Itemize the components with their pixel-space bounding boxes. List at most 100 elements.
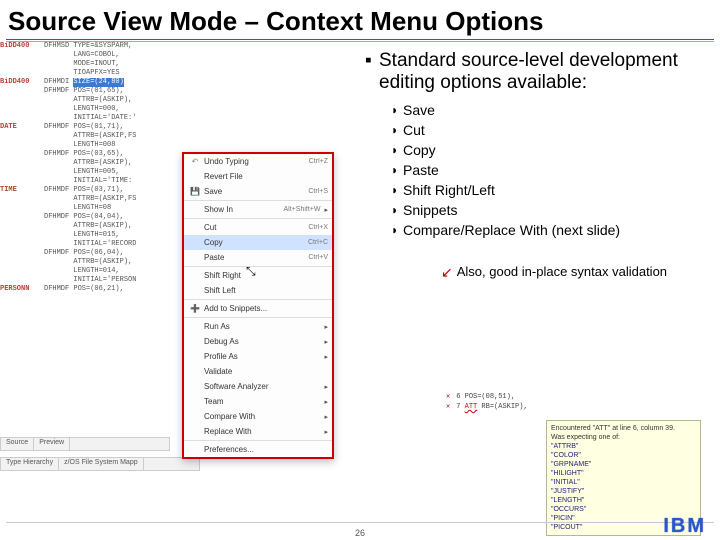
menu-item-icon — [188, 270, 202, 282]
validation-src-line: ✕6 POS=(08,51), — [446, 392, 706, 402]
sub-bullet: ◗Cut — [391, 120, 710, 140]
context-menu-item[interactable]: Replace With — [184, 424, 332, 439]
source-row: PERSONNDFHMDF POS=(06,21), — [0, 285, 185, 294]
menu-item-label: Validate — [202, 367, 328, 376]
menu-item-icon — [188, 204, 202, 216]
slide-title: Source View Mode – Context Menu Options — [0, 0, 720, 39]
sub-bullet: ◗Compare/Replace With (next slide) — [391, 220, 710, 240]
source-row: ATTRB=(ASKIP), — [0, 96, 185, 105]
sub-bullet-text: Paste — [403, 160, 439, 180]
context-menu-item[interactable]: Profile As — [184, 349, 332, 364]
menu-item-label: Software Analyzer — [202, 382, 320, 391]
menu-item-label: Shift Left — [202, 286, 328, 295]
view-tab[interactable]: Type Hierarchy — [1, 458, 59, 470]
note-text: Also, good in-place syntax validation — [457, 264, 667, 279]
context-menu-item[interactable]: Debug As — [184, 334, 332, 349]
source-row: MODE=INOUT, — [0, 60, 185, 69]
source-row: LENGTH=000, — [0, 105, 185, 114]
menu-item-label: Replace With — [202, 427, 320, 436]
footer: 26 IBM — [0, 518, 720, 540]
source-row: ATTRB=(ASKIP,FS — [0, 195, 185, 204]
menu-item-icon — [188, 411, 202, 423]
menu-item-icon — [188, 444, 202, 456]
source-row: LENGTH=08 — [0, 204, 185, 213]
context-menu-item[interactable]: Compare With — [184, 409, 332, 424]
menu-item-label: Debug As — [202, 337, 320, 346]
menu-item-icon — [188, 252, 202, 264]
menu-item-icon — [188, 336, 202, 348]
menu-item-icon: ↶ — [188, 156, 202, 168]
view-bottom-tabs: Type Hierarchyz/OS File System Mapp — [0, 457, 200, 471]
menu-item-icon: 💾 — [188, 186, 202, 198]
source-row: INITIAL='RECORD — [0, 240, 185, 249]
context-menu-item[interactable]: Software Analyzer — [184, 379, 332, 394]
menu-item-label: Paste — [202, 253, 308, 262]
menu-item-label: Run As — [202, 322, 320, 331]
context-menu-item[interactable]: Team — [184, 394, 332, 409]
source-row: INITIAL='DATE:' — [0, 114, 185, 123]
source-row: BiDD400DFHMDI SIZE=(24,80) — [0, 78, 185, 87]
sub-bullet: ◗Copy — [391, 140, 710, 160]
source-row: DFHMDF POS=(01,65), — [0, 87, 185, 96]
source-row: LENGTH=005, — [0, 168, 185, 177]
context-menu-item[interactable]: CopyCtrl+C — [184, 235, 332, 250]
menu-item-accel: Ctrl+S — [308, 188, 328, 195]
sub-bullet-icon: ◗ — [391, 200, 403, 220]
context-menu-item[interactable]: Revert File — [184, 169, 332, 184]
square-bullet-icon: ▪ — [365, 50, 379, 94]
menu-item-accel: Ctrl+V — [308, 254, 328, 261]
context-menu-item[interactable]: Validate — [184, 364, 332, 379]
source-row: DATEDFHMDF POS=(01,71), — [0, 123, 185, 132]
sub-bullet-icon: ◗ — [391, 140, 403, 160]
menu-item-icon: ➕ — [188, 303, 202, 315]
source-row: INITIAL='PERSON — [0, 276, 185, 285]
menu-item-accel: Ctrl+C — [308, 239, 328, 246]
sub-bullet-icon: ◗ — [391, 220, 403, 240]
source-row: TIMEDFHMDF POS=(03,71), — [0, 186, 185, 195]
context-menu-item[interactable]: Shift Right — [184, 268, 332, 283]
source-row: LANG=COBOL, — [0, 51, 185, 60]
menu-item-label: Compare With — [202, 412, 320, 421]
menu-item-accel: Ctrl+Z — [309, 158, 328, 165]
menu-item-icon — [188, 222, 202, 234]
view-tab[interactable]: z/OS File System Mapp — [59, 458, 144, 470]
sub-bullet: ◗Paste — [391, 160, 710, 180]
footer-rule — [6, 522, 714, 523]
context-menu-item[interactable]: Show InAlt+Shift+W — [184, 202, 332, 217]
menu-item-icon — [188, 426, 202, 438]
sub-bullet-icon: ◗ — [391, 160, 403, 180]
context-menu-item[interactable]: Preferences... — [184, 442, 332, 457]
sub-bullet: ◗Save — [391, 100, 710, 120]
context-menu-item[interactable]: CutCtrl+X — [184, 220, 332, 235]
heading-bullet: ▪ Standard source-level development edit… — [365, 50, 710, 94]
title-rule — [6, 39, 714, 40]
context-menu[interactable]: ↶Undo TypingCtrl+ZRevert File💾SaveCtrl+S… — [182, 152, 334, 459]
context-menu-item[interactable]: 💾SaveCtrl+S — [184, 184, 332, 199]
menu-item-label: Copy — [202, 238, 308, 247]
context-menu-item[interactable]: Run As — [184, 319, 332, 334]
sub-bullet-text: Cut — [403, 120, 425, 140]
menu-item-label: Profile As — [202, 352, 320, 361]
source-row: DFHMDF POS=(04,04), — [0, 213, 185, 222]
menu-item-label: Cut — [202, 223, 308, 232]
source-row: TIOAPFX=YES — [0, 69, 185, 78]
sub-bullet-list: ◗Save◗Cut◗Copy◗Paste◗Shift Right/Left◗Sn… — [391, 100, 710, 240]
menu-item-accel: Ctrl+X — [308, 224, 328, 231]
menu-item-label: Shift Right — [202, 271, 328, 280]
menu-item-label: Save — [202, 187, 308, 196]
note-line: ↙ Also, good in-place syntax validation — [441, 264, 710, 280]
context-menu-item[interactable]: Shift Left — [184, 283, 332, 298]
source-row: DFHMDF POS=(03,65), — [0, 150, 185, 159]
menu-item-icon — [188, 396, 202, 408]
context-menu-item[interactable]: ↶Undo TypingCtrl+Z — [184, 154, 332, 169]
sub-bullet-icon: ◗ — [391, 100, 403, 120]
context-menu-item[interactable]: PasteCtrl+V — [184, 250, 332, 265]
editor-tab[interactable]: Preview — [34, 438, 70, 450]
source-row: ATTRB=(ASKIP,FS — [0, 132, 185, 141]
source-code-listing: BiDD400DFHMSD TYPE=&SYSPARM, LANG=COBOL,… — [0, 42, 185, 294]
menu-item-label: Show In — [202, 205, 284, 214]
editor-tab[interactable]: Source — [1, 438, 34, 450]
context-menu-item[interactable]: ➕Add to Snippets... — [184, 301, 332, 316]
editor-bottom-tabs: SourcePreview — [0, 437, 170, 451]
sub-bullet: ◗Shift Right/Left — [391, 180, 710, 200]
